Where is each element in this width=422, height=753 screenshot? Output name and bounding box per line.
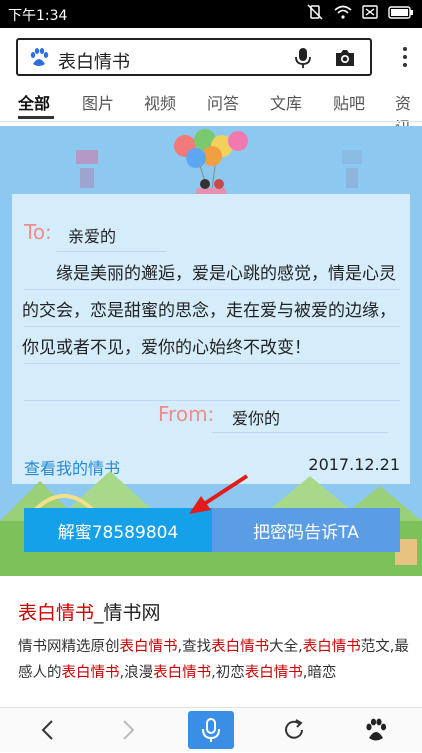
result-title-keyword[interactable]: 表白情书: [18, 602, 94, 624]
letter-body: 缘是美丽的邂逅，爱是心跳的感觉，情是心灵的交会，恋是甜蜜的思念，走在爱与被爱的边…: [22, 264, 396, 358]
annotation-arrow-icon: [189, 474, 249, 514]
battery-icon: [388, 5, 414, 23]
bottom-nav-bar: [0, 707, 422, 752]
letter-rule: [24, 326, 400, 327]
snippet-keyword: 表白情书: [211, 639, 270, 655]
search-box[interactable]: 表白情书: [16, 38, 372, 76]
result-title[interactable]: 表白情书_情书网: [18, 598, 161, 625]
baidu-home-icon[interactable]: [362, 716, 390, 744]
back-icon[interactable]: [34, 716, 62, 744]
snippet-text: 大全,: [269, 639, 303, 655]
snippet-keyword: 表白情书: [153, 665, 212, 681]
microphone-icon: [202, 718, 220, 742]
letter-rule: [24, 289, 400, 290]
letter-rule: [212, 432, 388, 433]
result-snippet: 情书网精选原创表白情书,查找表白情书大全,表白情书范文,最感人的表白情书,浪漫表…: [18, 634, 410, 686]
vibrate-icon: [306, 4, 324, 24]
from-name: 爱你的: [232, 409, 281, 428]
tab-images[interactable]: 图片: [82, 90, 114, 114]
status-time: 下午1:34: [8, 8, 68, 24]
tab-all[interactable]: 全部: [18, 90, 50, 114]
letter-paper: To: 亲爱的 缘是美丽的邂逅，爱是心跳的感觉，情是心灵的交会，恋是甜蜜的思念，…: [12, 194, 410, 484]
letter-rule: [24, 363, 400, 364]
search-tabs: 全部 图片 视频 问答 文库 贴吧 资讯: [0, 86, 422, 137]
active-tab-indicator: [18, 116, 54, 119]
no-sim-icon: [362, 5, 378, 23]
unlock-password-button[interactable]: 解蜜78589804: [24, 508, 212, 552]
search-query[interactable]: 表白情书: [58, 48, 130, 74]
tabs-divider: [0, 121, 422, 122]
snippet-text: ,初恋: [211, 665, 245, 681]
snippet-keyword: 表白情书: [61, 665, 120, 681]
voice-button[interactable]: [188, 711, 234, 749]
tab-video[interactable]: 视频: [144, 90, 176, 114]
tab-wenku[interactable]: 文库: [270, 90, 302, 114]
snippet-text: 情书网精选原创: [18, 639, 120, 655]
from-label: From:: [158, 402, 215, 426]
refresh-icon[interactable]: [280, 716, 308, 744]
snippet-keyword: 表白情书: [119, 639, 178, 655]
tab-qa[interactable]: 问答: [207, 90, 239, 114]
wifi-icon: [334, 5, 352, 23]
tab-tieba[interactable]: 贴吧: [333, 90, 365, 114]
letter-rule: [24, 400, 400, 401]
snippet-text: ,浪漫: [119, 665, 154, 681]
baidu-paw-icon: [28, 47, 50, 69]
letter-rule: [56, 251, 166, 252]
snippet-text: ,暗恋: [302, 665, 337, 681]
status-icons: [306, 4, 414, 24]
snippet-text: ,查找: [177, 639, 212, 655]
camera-search-icon[interactable]: [334, 48, 356, 68]
more-options-icon[interactable]: [402, 46, 408, 68]
status-bar: 下午1:34: [0, 0, 422, 28]
result-title-rest[interactable]: _情书网: [94, 602, 161, 624]
to-label: To:: [24, 220, 52, 244]
voice-search-icon[interactable]: [294, 47, 312, 69]
forward-icon[interactable]: [114, 716, 142, 744]
snippet-keyword: 表白情书: [302, 639, 361, 655]
snippet-keyword: 表白情书: [244, 665, 303, 681]
to-name: 亲爱的: [68, 227, 117, 246]
